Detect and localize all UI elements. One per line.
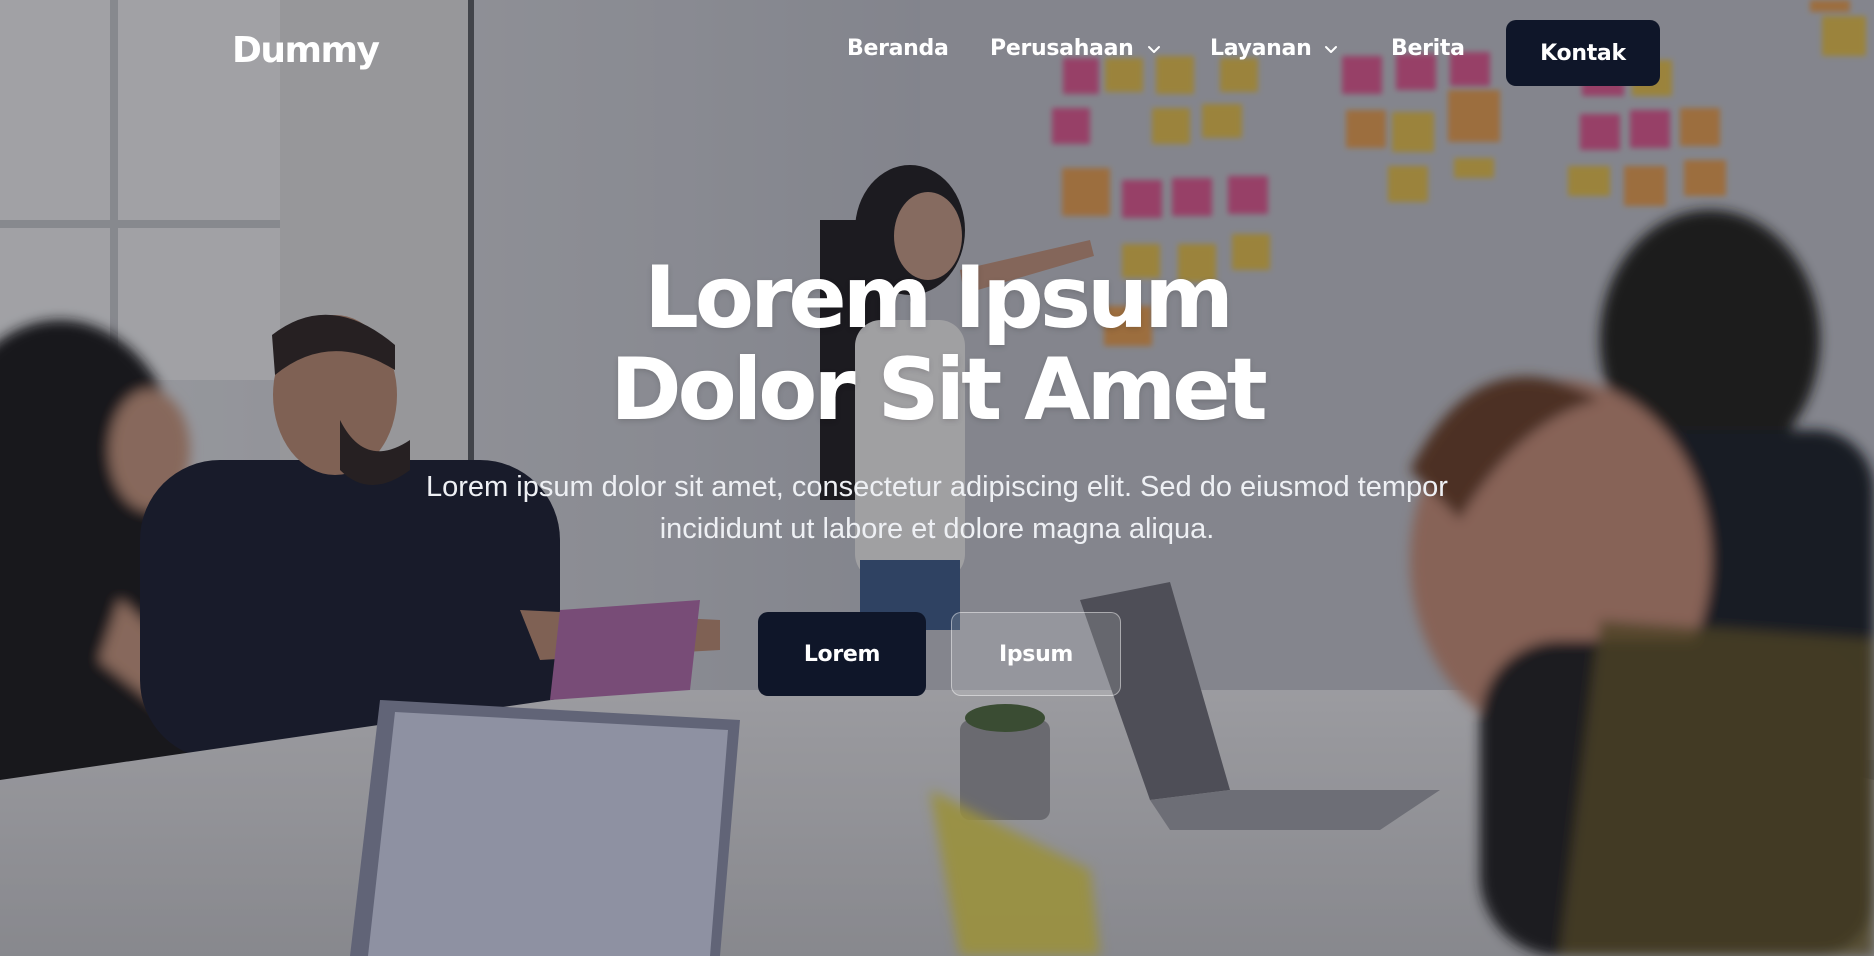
nav-item-label: Perusahaan	[990, 36, 1134, 61]
chevron-down-icon	[1147, 45, 1160, 53]
nav-item-layanan[interactable]: Layanan	[1210, 36, 1339, 61]
contact-button[interactable]: Kontak	[1506, 20, 1660, 86]
hero-title-line-1: Lorem Ipsum	[644, 248, 1234, 348]
nav-item-perusahaan[interactable]: Perusahaan	[990, 36, 1162, 61]
nav-item-label: Beranda	[847, 36, 949, 61]
secondary-cta-button[interactable]: Ipsum	[951, 612, 1121, 696]
hero-subtitle: Lorem ipsum dolor sit amet, consectetur …	[337, 466, 1537, 550]
hero-title: Lorem Ipsum Dolor Sit Amet	[437, 252, 1437, 436]
hero-section: Dummy Beranda Perusahaan Layanan Berita …	[0, 0, 1874, 956]
hero-subtitle-line-1: Lorem ipsum dolor sit amet, consectetur …	[426, 471, 1448, 503]
nav-item-label: Berita	[1391, 36, 1465, 61]
primary-cta-button[interactable]: Lorem	[758, 612, 926, 696]
chevron-down-icon	[1325, 45, 1338, 53]
brand-logo[interactable]: Dummy	[232, 30, 380, 71]
hero-subtitle-line-2: incididunt ut labore et dolore magna ali…	[659, 513, 1215, 545]
nav-item-berita[interactable]: Berita	[1391, 36, 1465, 61]
hero-title-line-2: Dolor Sit Amet	[610, 340, 1267, 440]
nav-item-beranda[interactable]: Beranda	[847, 36, 949, 61]
top-navigation: Dummy Beranda Perusahaan Layanan Berita …	[0, 0, 1874, 106]
nav-item-label: Layanan	[1210, 36, 1312, 61]
